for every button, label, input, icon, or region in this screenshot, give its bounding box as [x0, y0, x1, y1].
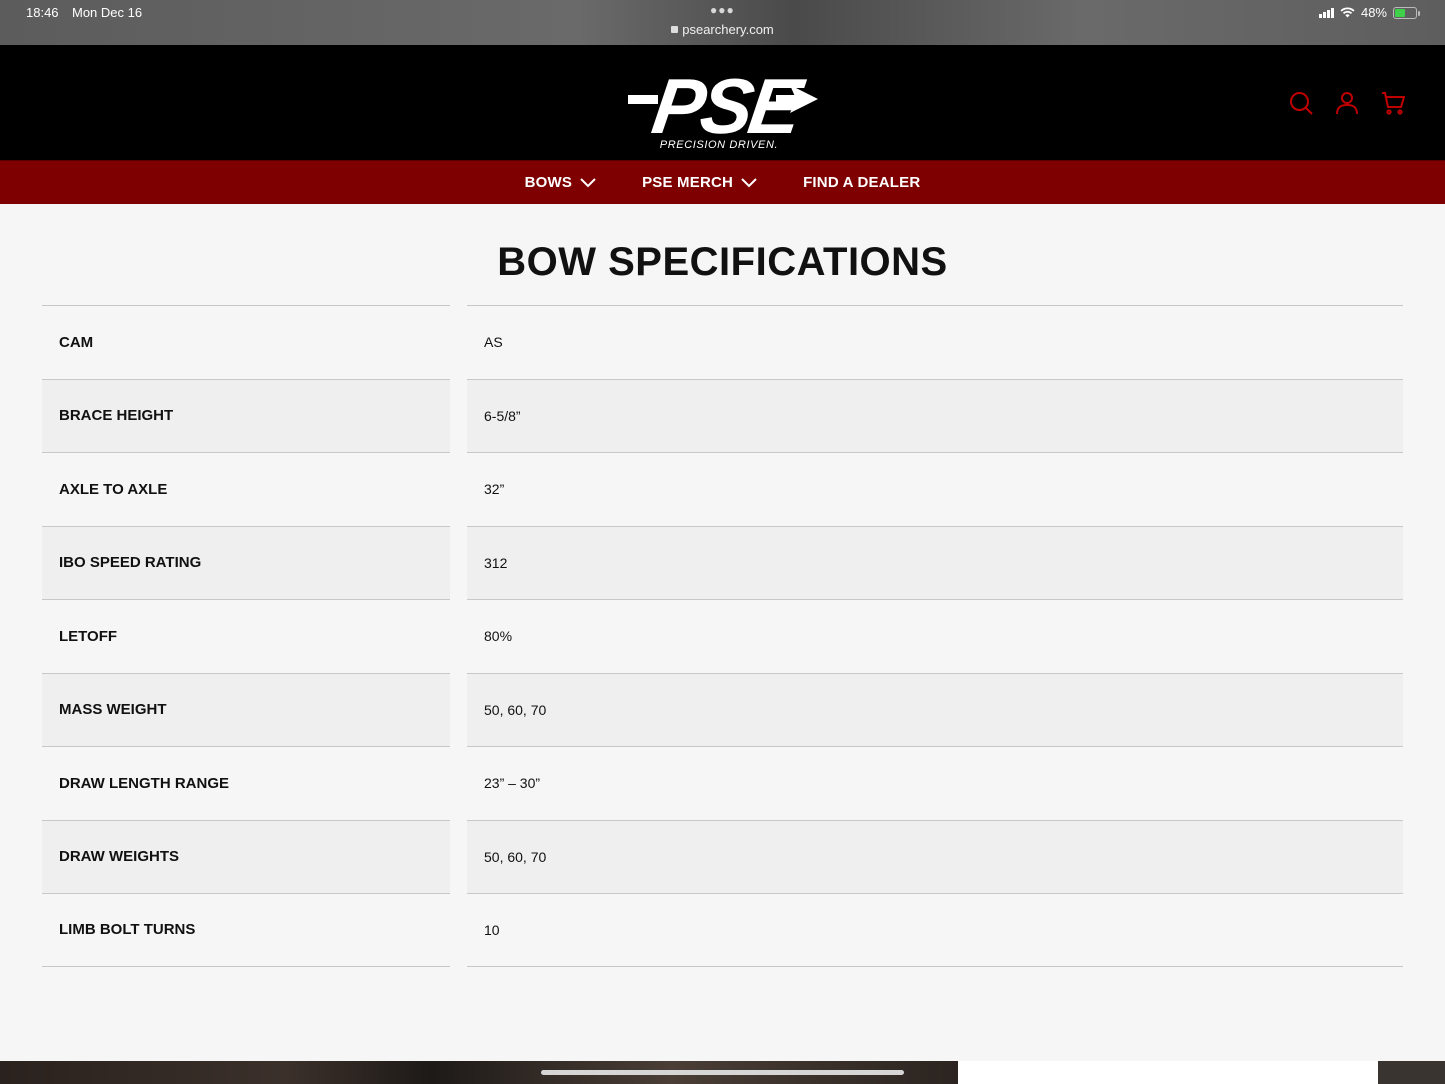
multitasking-dots-icon[interactable]: ●●●: [710, 3, 735, 17]
battery-percent: 48%: [1360, 5, 1387, 20]
table-row: LETOFF 80%: [42, 599, 1403, 673]
cellular-signal-icon: [1318, 7, 1334, 18]
table-row: BRACE HEIGHT 6-5/8”: [42, 378, 1403, 452]
table-row: CAM AS: [42, 305, 1403, 379]
status-bar: 18:46 Mon Dec 16 ●●● psearchery.com 48%: [0, 0, 1445, 45]
spec-label: LETOFF: [42, 599, 450, 673]
wifi-icon: [1340, 7, 1355, 18]
specs-table: CAM AS BRACE HEIGHT 6-5/8” AXLE TO AXLE …: [42, 305, 1403, 967]
url-text: psearchery.com: [682, 22, 774, 37]
spec-label: IBO SPEED RATING: [42, 525, 450, 599]
lock-icon: [671, 26, 679, 33]
svg-text:PRECISION DRIVEN.: PRECISION DRIVEN.: [660, 139, 778, 151]
spec-value: 32”: [467, 452, 1403, 526]
table-row: MASS WEIGHT 50, 60, 70: [42, 672, 1403, 746]
spec-value: 50, 60, 70: [467, 819, 1403, 893]
spec-value: 80%: [467, 599, 1403, 673]
nav-item-bows[interactable]: BOWS: [502, 174, 619, 191]
pse-logo[interactable]: PSE PRECISION DRIVEN.: [626, 59, 820, 151]
table-row: DRAW LENGTH RANGE 23” – 30”: [42, 746, 1403, 820]
address-bar[interactable]: psearchery.com: [0, 22, 1445, 37]
spec-value: 6-5/8”: [467, 378, 1403, 452]
table-row: DRAW WEIGHTS 50, 60, 70: [42, 819, 1403, 893]
spec-value: 10: [467, 893, 1403, 967]
table-row: IBO SPEED RATING 312: [42, 525, 1403, 599]
cart-icon[interactable]: [1381, 91, 1405, 115]
account-icon[interactable]: [1335, 91, 1359, 115]
chevron-down-icon: [741, 177, 757, 187]
product-image-strip-right: [1378, 1061, 1445, 1084]
nav-label: PSE MERCH: [642, 174, 734, 191]
spec-value: 23” – 30”: [467, 746, 1403, 820]
battery-icon: [1393, 6, 1420, 19]
nav-item-find-a-dealer[interactable]: FIND A DEALER: [780, 174, 943, 191]
home-indicator[interactable]: [541, 1070, 904, 1075]
status-indicators: 48%: [1318, 5, 1420, 20]
content-panel: [958, 1061, 1378, 1084]
page-title: BOW SPECIFICATIONS: [497, 240, 948, 284]
status-time: 18:46: [26, 5, 59, 20]
svg-text:PSE: PSE: [647, 62, 810, 150]
spec-label: LIMB BOLT TURNS: [42, 893, 450, 967]
spec-value: 312: [467, 525, 1403, 599]
search-icon[interactable]: [1289, 91, 1313, 115]
spec-label: BRACE HEIGHT: [42, 378, 450, 452]
chevron-down-icon: [580, 177, 596, 187]
main-nav: BOWS PSE MERCH FIND A DEALER: [0, 161, 1445, 204]
spec-label: MASS WEIGHT: [42, 672, 450, 746]
status-date: Mon Dec 16: [72, 5, 143, 20]
site-header: PSE PRECISION DRIVEN.: [0, 45, 1445, 161]
spec-label: CAM: [42, 305, 450, 379]
spec-value: AS: [467, 305, 1403, 379]
table-row: LIMB BOLT TURNS 10: [42, 893, 1403, 967]
spec-label: AXLE TO AXLE: [42, 452, 450, 526]
nav-item-pse-merch[interactable]: PSE MERCH: [619, 174, 780, 191]
header-actions: [1289, 91, 1405, 115]
nav-label: BOWS: [524, 174, 573, 191]
nav-label: FIND A DEALER: [803, 174, 921, 191]
spec-value: 50, 60, 70: [467, 672, 1403, 746]
spec-label: DRAW LENGTH RANGE: [42, 746, 450, 820]
table-row: AXLE TO AXLE 32”: [42, 452, 1403, 526]
spec-label: DRAW WEIGHTS: [42, 819, 450, 893]
